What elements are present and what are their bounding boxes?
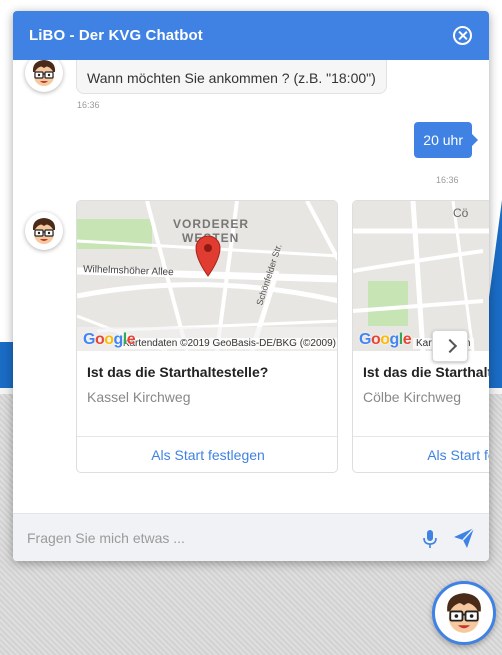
close-icon[interactable] (453, 26, 472, 45)
chat-title: LiBO - Der KVG Chatbot (29, 27, 203, 44)
chevron-right-icon[interactable] (432, 330, 468, 362)
set-start-button[interactable]: Als Start festlegen (353, 437, 489, 472)
microphone-icon[interactable] (421, 529, 439, 549)
card-title: Ist das die Starthaltestelle? (87, 364, 269, 380)
message-list[interactable]: Wann möchten Sie ankommen ? (z.B. "18:00… (13, 60, 489, 513)
chatbot-launcher-button[interactable] (432, 581, 496, 645)
map-copyright: Kartendaten ©2019 GeoBasis-DE/BKG (©2009… (119, 338, 337, 349)
message-input[interactable] (27, 526, 407, 550)
chat-header: LiBO - Der KVG Chatbot (13, 11, 489, 60)
input-bar (13, 513, 489, 561)
bot-avatar-icon (25, 60, 63, 92)
google-logo: Google (359, 331, 412, 348)
location-card: VORDERER WESTEN Wilhelmshöher Allee Schö… (76, 200, 338, 473)
user-message-time: 16:36 (436, 175, 459, 185)
location-card: Cö Kartendaten Google Ist das die Starth… (352, 200, 489, 473)
set-start-button[interactable]: Als Start festlegen (77, 437, 337, 472)
map-preview[interactable]: VORDERER WESTEN Wilhelmshöher Allee Schö… (77, 201, 337, 351)
bot-avatar-icon (25, 212, 63, 250)
send-icon[interactable] (453, 527, 475, 549)
user-message-bubble: 20 uhr (414, 122, 478, 158)
map-preview[interactable]: Cö Kartendaten Google (353, 201, 489, 351)
chat-window: LiBO - Der KVG Chatbot Wann möchten Sie … (13, 11, 489, 561)
bot-message-bubble: Wann möchten Sie ankommen ? (z.B. "18:00… (76, 60, 387, 94)
card-subtitle: Kassel Kirchweg (87, 389, 191, 405)
google-logo: Google (83, 331, 136, 348)
map-label-district: Cö (453, 206, 469, 220)
bot-message-time: 16:36 (77, 100, 100, 110)
card-subtitle: Cölbe Kirchweg (363, 389, 462, 405)
map-label-district: VORDERER (173, 217, 249, 231)
bot-avatar-icon (447, 593, 481, 633)
card-title: Ist das die Starthaltestelle? (363, 364, 489, 380)
